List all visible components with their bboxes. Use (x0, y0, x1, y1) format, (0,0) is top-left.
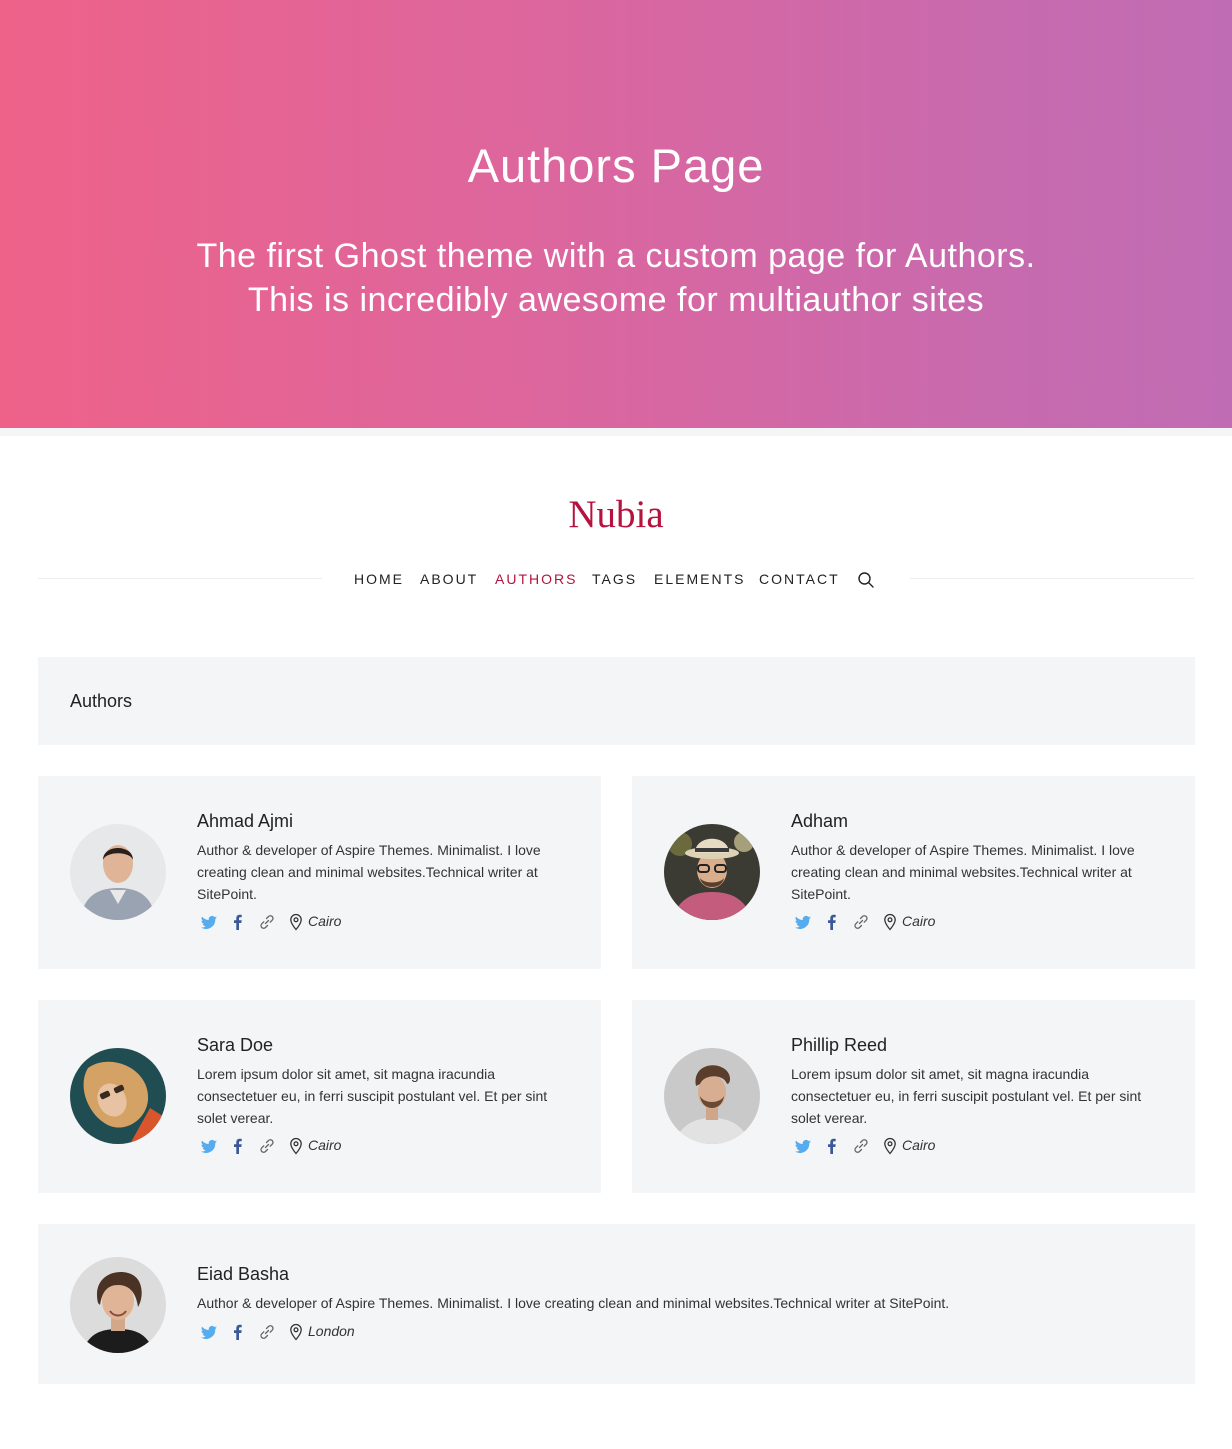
location-icon (884, 1137, 896, 1155)
nav-item-tags[interactable]: TAGS (592, 571, 637, 587)
avatar[interactable] (70, 1048, 166, 1144)
nav-item-about[interactable]: ABOUT (420, 571, 478, 587)
twitter-icon[interactable] (199, 1322, 219, 1342)
main-nav: HOME ABOUT AUTHORS TAGS ELEMENTS CONTACT (0, 571, 1232, 589)
author-card: Sara Doe Lorem ipsum dolor sit amet, sit… (38, 1000, 601, 1193)
author-name[interactable]: Ahmad Ajmi (197, 811, 293, 832)
twitter-icon[interactable] (793, 912, 813, 932)
link-icon[interactable] (851, 1136, 871, 1156)
link-icon[interactable] (257, 912, 277, 932)
author-location: Cairo (902, 1137, 936, 1153)
hero-subtitle-line-1: The first Ghost theme with a custom page… (196, 237, 1036, 275)
search-icon[interactable] (857, 571, 875, 589)
hero-subtitle: The first Ghost theme with a custom page… (0, 234, 1232, 322)
link-icon[interactable] (851, 912, 871, 932)
author-location: Cairo (902, 913, 936, 929)
author-card: Ahmad Ajmi Author & developer of Aspire … (38, 776, 601, 969)
author-location: Cairo (308, 913, 342, 929)
author-meta: Cairo (791, 1136, 1051, 1156)
author-name[interactable]: Eiad Basha (197, 1264, 289, 1285)
nav-item-home[interactable]: HOME (354, 571, 404, 587)
hero-divider (0, 428, 1232, 436)
link-icon[interactable] (257, 1136, 277, 1156)
twitter-icon[interactable] (793, 1136, 813, 1156)
hero-title: Authors Page (467, 139, 765, 192)
facebook-icon[interactable] (228, 1136, 248, 1156)
nav-item-contact[interactable]: CONTACT (759, 571, 840, 587)
nav-item-authors[interactable]: AUTHORS (495, 571, 577, 587)
author-name[interactable]: Sara Doe (197, 1035, 273, 1056)
location-icon (884, 913, 896, 931)
location-icon (290, 913, 302, 931)
author-card: Phillip Reed Lorem ipsum dolor sit amet,… (632, 1000, 1195, 1193)
nav-item-elements[interactable]: ELEMENTS (654, 571, 745, 587)
author-bio: Lorem ipsum dolor sit amet, sit magna ir… (197, 1066, 548, 1126)
avatar[interactable] (70, 1257, 166, 1353)
author-name[interactable]: Phillip Reed (791, 1035, 887, 1056)
author-bio: Author & developer of Aspire Themes. Min… (791, 842, 1135, 902)
author-card: Adham Author & developer of Aspire Theme… (632, 776, 1195, 969)
facebook-icon[interactable] (822, 1136, 842, 1156)
author-bio: Author & developer of Aspire Themes. Min… (197, 1295, 950, 1311)
author-bio: Author & developer of Aspire Themes. Min… (197, 842, 541, 902)
avatar[interactable] (664, 824, 760, 920)
author-bio: Lorem ipsum dolor sit amet, sit magna ir… (791, 1066, 1142, 1126)
avatar[interactable] (70, 824, 166, 920)
author-card: Eiad Basha Author & developer of Aspire … (38, 1224, 1195, 1384)
facebook-icon[interactable] (228, 912, 248, 932)
location-icon (290, 1137, 302, 1155)
location-icon (290, 1323, 302, 1341)
facebook-icon[interactable] (228, 1322, 248, 1342)
facebook-icon[interactable] (822, 912, 842, 932)
hero-banner: Authors Page The first Ghost theme with … (0, 0, 1232, 428)
author-meta: Cairo (791, 912, 1051, 932)
author-location: Cairo (308, 1137, 342, 1153)
author-meta: Cairo (197, 912, 457, 932)
twitter-icon[interactable] (199, 912, 219, 932)
twitter-icon[interactable] (199, 1136, 219, 1156)
author-meta: London (197, 1322, 457, 1342)
avatar[interactable] (664, 1048, 760, 1144)
author-location: London (308, 1323, 355, 1339)
section-title: Authors (70, 691, 133, 711)
hero-subtitle-line-2: This is incredibly awesome for multiauth… (247, 281, 985, 319)
section-header: Authors (38, 657, 1195, 745)
author-name[interactable]: Adham (791, 811, 848, 832)
site-logo[interactable]: Nubia (0, 492, 1232, 537)
author-meta: Cairo (197, 1136, 457, 1156)
link-icon[interactable] (257, 1322, 277, 1342)
